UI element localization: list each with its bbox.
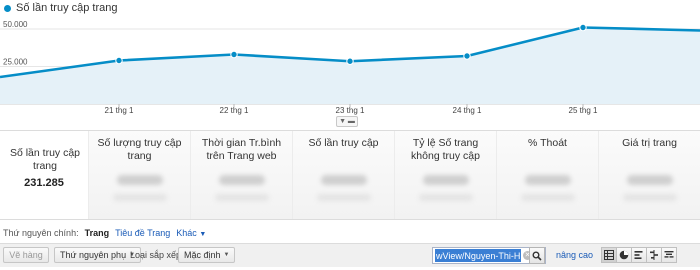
- metric-pageviews[interactable]: Số lần truy cập trang 231.285: [0, 131, 88, 219]
- y-tick-label: 25.000: [3, 58, 28, 67]
- data-point: [579, 23, 587, 32]
- metric-value-blurred: [524, 175, 571, 185]
- bar-list-icon: [634, 251, 643, 259]
- metric-avg-time[interactable]: Thời gian Tr.bình trên Trang web: [190, 131, 292, 219]
- chevron-down-icon: ▼: [199, 231, 207, 238]
- series-area: [0, 27, 700, 104]
- secondary-dimension-label: Thứ nguyên phụ: [60, 250, 127, 260]
- comparison-view-button[interactable]: [646, 247, 662, 263]
- metric-label: Tỷ lệ Số trang không truy cập: [411, 137, 480, 162]
- chart-svg: 25.000 50.000 21 thg 1 22 thg 1 23 thg 1 24 t…: [0, 20, 700, 115]
- metric-bounce-rate[interactable]: Tỷ lệ Số trang không truy cập: [394, 131, 496, 219]
- data-table-view-button[interactable]: [601, 247, 617, 263]
- table-toolbar: Vẽ hàng Thứ nguyên phụ ▼ Loại sắp xếp: M…: [0, 243, 700, 267]
- metric-label: % Thoát: [528, 137, 567, 149]
- secondary-dimension-dropdown[interactable]: Thứ nguyên phụ ▼: [54, 247, 142, 263]
- data-point: [463, 52, 471, 60]
- metric-sub-blurred: [418, 194, 473, 201]
- metric-label: Giá trị trang: [622, 137, 677, 149]
- data-point: [230, 50, 238, 59]
- table-search-box: ✕: [432, 247, 546, 264]
- metric-label: Số lần truy cập trang: [9, 147, 81, 172]
- chart-legend: Số lần truy cập trang: [4, 2, 118, 14]
- metric-sub-blurred: [316, 194, 371, 201]
- search-button[interactable]: [529, 247, 545, 264]
- chevron-down-icon: ▼: [223, 252, 230, 258]
- performance-view-button[interactable]: [631, 247, 647, 263]
- metric-value-blurred: [320, 175, 367, 185]
- metrics-scorecard: Số lần truy cập trang 231.285 Số lượng t…: [0, 130, 700, 220]
- sort-type-value: Mặc định: [184, 250, 221, 260]
- comparison-icon: [650, 250, 658, 260]
- metric-label: Thời gian Tr.bình trên Trang web: [201, 137, 282, 162]
- metric-label: Số lượng truy cập trang: [97, 137, 182, 162]
- x-tick-label: 25 thg 1: [569, 106, 598, 115]
- metric-page-value[interactable]: Giá trị trang: [598, 131, 700, 219]
- term-cloud-view-button[interactable]: [661, 247, 677, 263]
- search-icon: [532, 251, 542, 261]
- metric-label: Số lần truy cập: [308, 137, 379, 149]
- metric-sub-blurred: [520, 194, 575, 201]
- metric-value-blurred: [422, 175, 469, 185]
- timeline-chart: Số lần truy cập trang 25.000 50.000 21 thg…: [0, 0, 700, 128]
- legend-dot-icon: [4, 4, 11, 12]
- pie-chart-icon: [619, 250, 629, 260]
- dimension-option-page[interactable]: Trang: [85, 228, 110, 238]
- legend-label: Số lần truy cập trang: [16, 2, 118, 14]
- term-cloud-icon: [664, 251, 674, 258]
- metric-value-blurred: [626, 175, 673, 185]
- metric-value: 231.285: [24, 177, 64, 189]
- sort-type-label: Loại sắp xếp:: [130, 250, 184, 260]
- metric-entrances[interactable]: Số lần truy cập: [292, 131, 394, 219]
- table-search-input[interactable]: [435, 249, 521, 262]
- data-point: [115, 56, 123, 65]
- table-view-switcher: [601, 247, 677, 263]
- x-tick-label: 24 thg 1: [453, 106, 482, 115]
- y-tick-label: 50.000: [3, 20, 28, 29]
- metric-sub-blurred: [622, 194, 677, 201]
- x-tick-label: 21 thg 1: [105, 106, 134, 115]
- x-tick-label: 22 thg 1: [220, 106, 249, 115]
- plot-rows-button[interactable]: Vẽ hàng: [3, 247, 49, 263]
- primary-dimension-row: Thứ nguyên chính: Trang Tiêu đề Trang Kh…: [0, 226, 206, 240]
- dimension-other-label: Khác: [176, 228, 197, 238]
- data-point: [346, 57, 354, 65]
- advanced-filter-link[interactable]: nâng cao: [556, 250, 593, 260]
- dimension-option-other[interactable]: Khác ▼: [176, 228, 206, 238]
- percentage-view-button[interactable]: [616, 247, 632, 263]
- metric-sub-blurred: [112, 194, 167, 201]
- metric-unique-pageviews[interactable]: Số lượng truy cập trang: [88, 131, 190, 219]
- primary-dimension-label: Thứ nguyên chính:: [3, 228, 79, 238]
- sort-type-dropdown[interactable]: Mặc định ▼: [178, 247, 236, 263]
- metric-value-blurred: [218, 175, 265, 185]
- x-tick-label: 23 thg 1: [336, 106, 365, 115]
- metric-exit-rate[interactable]: % Thoát: [496, 131, 598, 219]
- metric-value-blurred: [116, 175, 163, 185]
- chart-collapse-handle[interactable]: ▼ ▬: [336, 116, 358, 127]
- grid-icon: [604, 250, 614, 260]
- metric-sub-blurred: [214, 194, 269, 201]
- dimension-option-page-title[interactable]: Tiêu đề Trang: [115, 228, 170, 238]
